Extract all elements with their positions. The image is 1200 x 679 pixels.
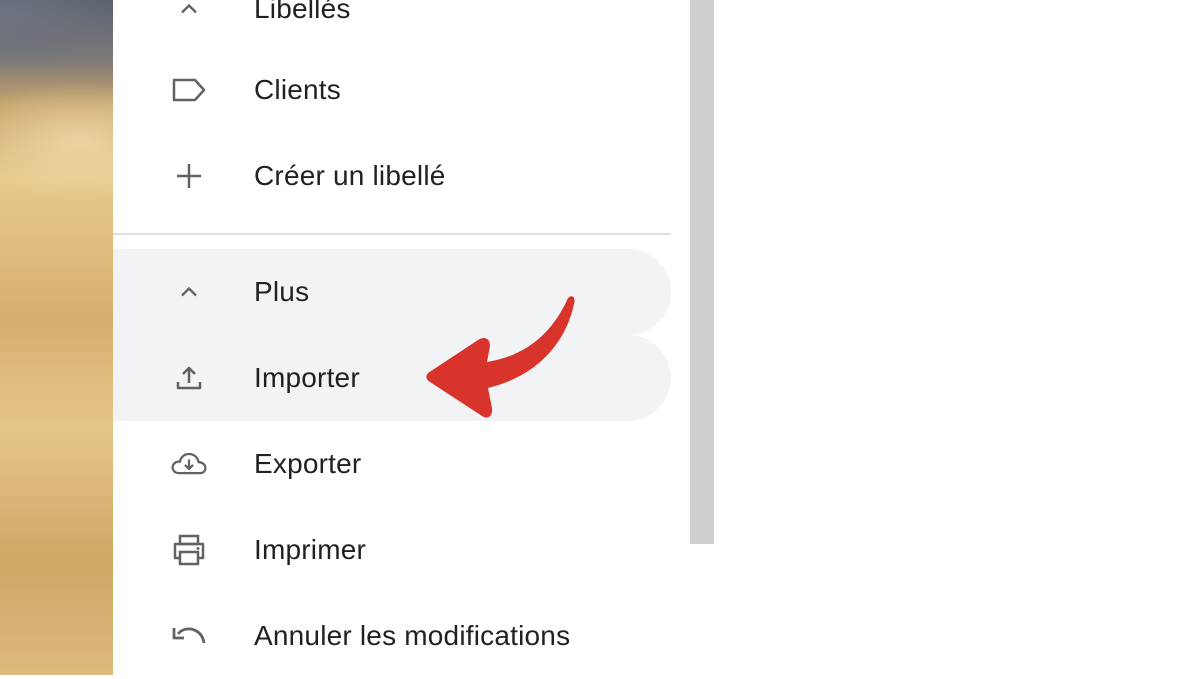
undo-icon [169, 616, 209, 656]
sidebar-item-label: Exporter [254, 448, 362, 479]
sidebar-item-label: Plus [254, 276, 310, 307]
upload-icon [169, 358, 209, 398]
sidebar-item-label: Clients [254, 74, 341, 105]
sidebar-item-label: Importer [254, 362, 360, 393]
annotation-arrow [426, 296, 575, 418]
sidebar-item-clients[interactable]: Clients [113, 47, 671, 133]
chevron-up-icon [169, 272, 209, 312]
sidebar-item-label: Annuler les modifications [254, 620, 571, 651]
plus-icon [169, 156, 209, 196]
sidebar-menu: Libellés Clients Créer un libellé Plus I… [113, 0, 690, 675]
export-button[interactable]: Exporter [113, 421, 671, 507]
chevron-up-icon [169, 0, 209, 29]
sidebar-item-label: Créer un libellé [254, 160, 446, 191]
scrollbar[interactable] [690, 0, 714, 544]
sidebar-item-label: Libellés [254, 0, 351, 24]
print-button[interactable]: Imprimer [113, 507, 671, 593]
menu-divider [113, 233, 671, 235]
printer-icon [169, 530, 209, 570]
label-icon [169, 70, 209, 110]
cloud-download-icon [169, 444, 209, 484]
sidebar-item-labels[interactable]: Libellés [113, 0, 671, 52]
create-label-button[interactable]: Créer un libellé [113, 133, 671, 219]
undo-changes-button[interactable]: Annuler les modifications [113, 593, 671, 679]
sidebar-item-label: Imprimer [254, 534, 367, 565]
desktop-wallpaper [0, 0, 160, 675]
